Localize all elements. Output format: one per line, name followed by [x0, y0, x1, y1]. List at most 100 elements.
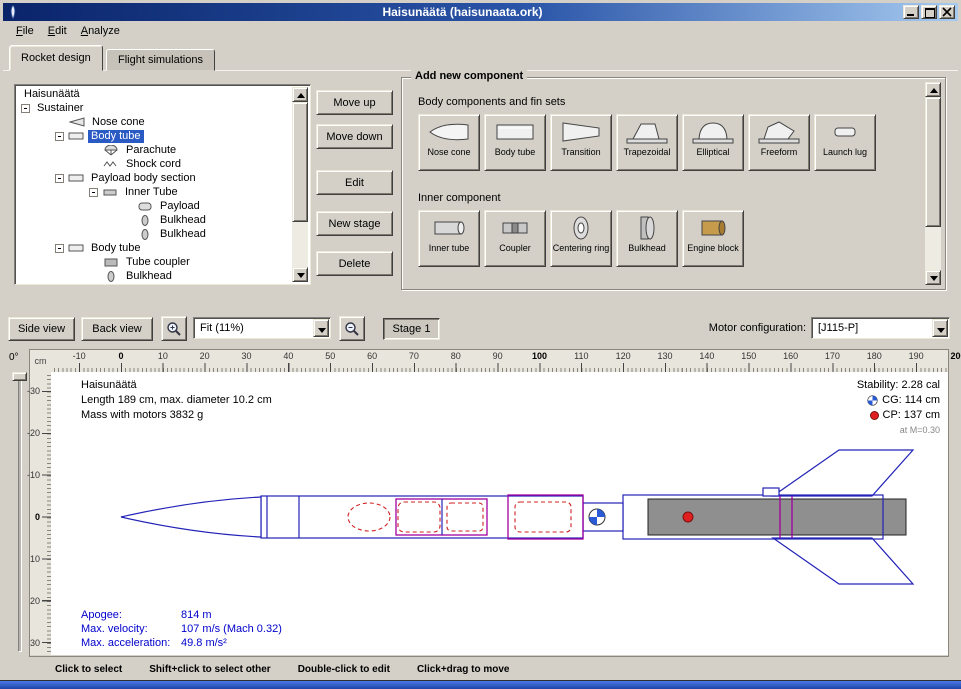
scroll-up-button[interactable] [925, 82, 941, 97]
max-acceleration-label: Max. acceleration: [81, 636, 181, 650]
ruler-label: 140 [699, 351, 714, 361]
delete-button[interactable]: Delete [316, 251, 393, 276]
minimize-button[interactable] [903, 5, 919, 19]
zoom-out-button[interactable] [339, 316, 365, 341]
scroll-thumb[interactable] [292, 102, 308, 222]
tree-item-bulkhead-aft[interactable]: Bulkhead [17, 269, 292, 282]
edit-button[interactable]: Edit [316, 170, 393, 195]
menu-analyze[interactable]: Analyze [74, 22, 127, 40]
titlebar[interactable]: Haisunäätä (haisunaata.ork) [3, 3, 958, 21]
ruler-unit-label: cm [30, 350, 51, 372]
ruler-label: 20 [30, 596, 40, 606]
add-launch-lug-button[interactable]: Launch lug [814, 114, 876, 171]
ruler-label: 30 [242, 351, 252, 361]
payload-icon [137, 201, 153, 212]
motor-configuration-select[interactable]: [J115-P] [811, 317, 950, 339]
vertical-ruler: -30-20-100102030 [30, 372, 51, 655]
inner-tube-icon [427, 215, 471, 241]
tree-item-shock-cord[interactable]: Shock cord [17, 157, 292, 171]
side-view-button[interactable]: Side view [8, 317, 75, 341]
ruler-label: 120 [616, 351, 631, 361]
tree-item-rocket[interactable]: Haisunäätä [17, 87, 292, 101]
add-trapezoidal-fin-button[interactable]: Trapezoidal [616, 114, 678, 171]
stage-1-toggle[interactable]: Stage 1 [383, 318, 440, 340]
add-engine-block-button[interactable]: Engine block [682, 210, 744, 267]
tree-item-payload[interactable]: Payload [17, 199, 292, 213]
move-up-button[interactable]: Move up [316, 90, 393, 115]
tab-flight-simulations[interactable]: Flight simulations [106, 49, 215, 71]
add-centering-ring-button[interactable]: Centering ring [550, 210, 612, 267]
ruler-label: 60 [367, 351, 377, 361]
shock-cord-icon [103, 159, 119, 169]
scroll-down-button[interactable] [925, 270, 941, 285]
bulkhead-icon [137, 229, 153, 240]
collapse-icon[interactable] [55, 244, 64, 253]
component-scrollbar[interactable] [925, 82, 941, 285]
add-freeform-fin-button[interactable]: Freeform [748, 114, 810, 171]
hint-drag: Click+drag to move [417, 664, 510, 675]
tree-item-label: Shock cord [123, 158, 184, 171]
ruler-label: -30 [27, 386, 40, 396]
add-inner-tube-button[interactable]: Inner tube [418, 210, 480, 267]
tree-rows: Haisunäätä Sustainer Nose cone Body tube… [17, 87, 292, 282]
move-down-button[interactable]: Move down [316, 124, 393, 149]
back-view-button[interactable]: Back view [81, 317, 153, 341]
rocket-length: Length 189 cm, max. diameter 10.2 cm [81, 393, 272, 408]
add-component-group: Add new component Body components and fi… [401, 77, 946, 290]
ruler-label: -10 [73, 351, 86, 361]
tree-item-parachute[interactable]: Parachute [17, 143, 292, 157]
rocket-canvas[interactable]: Haisunäätä Length 189 cm, max. diameter … [51, 372, 948, 655]
cp-icon [870, 411, 879, 420]
rotation-slider[interactable] [18, 374, 22, 652]
freeform-fin-icon [757, 119, 801, 145]
add-transition-button[interactable]: Transition [550, 114, 612, 171]
tree-item-body-tube[interactable]: Body tube [17, 129, 292, 143]
rotation-slider-thumb[interactable] [12, 372, 27, 381]
component-tree[interactable]: Haisunäätä Sustainer Nose cone Body tube… [14, 84, 311, 285]
collapse-icon[interactable] [55, 174, 64, 183]
app-icon[interactable] [6, 5, 20, 19]
new-stage-button[interactable]: New stage [316, 211, 393, 236]
menu-file[interactable]: File [9, 22, 41, 40]
collapse-icon[interactable] [89, 188, 98, 197]
chevron-down-icon[interactable] [313, 319, 329, 337]
tree-item-bulkhead[interactable]: Bulkhead [17, 227, 292, 241]
zoom-in-button[interactable] [161, 316, 187, 341]
centering-ring-icon [559, 215, 603, 241]
tree-item-nose-cone[interactable]: Nose cone [17, 115, 292, 129]
parachute-icon [103, 145, 119, 156]
menu-edit[interactable]: Edit [41, 22, 74, 40]
ruler-label: 130 [658, 351, 673, 361]
tree-scrollbar[interactable] [292, 87, 308, 282]
add-body-tube-button[interactable]: Body tube [484, 114, 546, 171]
stability-value: Stability: 2.28 cal [857, 378, 940, 393]
add-nose-cone-button[interactable]: Nose cone [418, 114, 480, 171]
close-button[interactable] [939, 5, 955, 19]
collapse-icon[interactable] [21, 104, 30, 113]
scroll-down-button[interactable] [292, 267, 308, 282]
nose-cone-icon [427, 119, 471, 145]
tree-item-sustainer[interactable]: Sustainer [17, 101, 292, 115]
tree-item-inner-tube[interactable]: Inner Tube [17, 185, 292, 199]
scroll-thumb[interactable] [925, 97, 941, 227]
zoom-out-icon [344, 321, 360, 337]
add-elliptical-fin-button[interactable]: Elliptical [682, 114, 744, 171]
body-tube-icon [493, 119, 537, 145]
horizontal-ruler: -100102030405060708090100110120130140150… [51, 350, 948, 372]
tree-item-payload-body-section[interactable]: Payload body section [17, 171, 292, 185]
stability-info: Stability: 2.28 cal CG: 114 cm CP: 137 c… [857, 378, 940, 438]
tree-item-bulkhead[interactable]: Bulkhead [17, 213, 292, 227]
transition-icon [559, 119, 603, 145]
tree-item-tube-coupler[interactable]: Tube coupler [17, 255, 292, 269]
chevron-down-icon[interactable] [932, 319, 948, 337]
add-coupler-button[interactable]: Coupler [484, 210, 546, 267]
collapse-icon[interactable] [55, 132, 64, 141]
zoom-select[interactable]: Fit (11%) [193, 317, 331, 339]
maximize-button[interactable] [921, 5, 937, 19]
scroll-up-button[interactable] [292, 87, 308, 102]
apogee-label: Apogee: [81, 608, 181, 622]
add-bulkhead-button[interactable]: Bulkhead [616, 210, 678, 267]
tab-rocket-design[interactable]: Rocket design [9, 45, 103, 71]
tree-item-body-tube-aft[interactable]: Body tube [17, 241, 292, 255]
status-hints: Click to select Shift+click to select ot… [3, 660, 958, 679]
